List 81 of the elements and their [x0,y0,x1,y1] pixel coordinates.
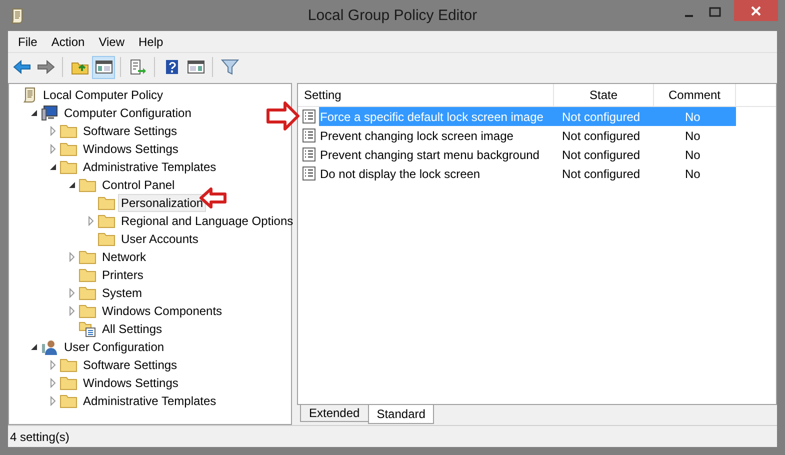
setting-name[interactable]: Prevent changing start menu background [319,145,554,164]
maximize-icon [709,7,721,17]
state-cell-text: Not configured [561,146,642,164]
expand-triangle-icon[interactable] [49,378,57,388]
tree-item[interactable]: System [99,284,146,302]
tree-item[interactable]: Windows Settings [80,140,182,158]
tree-item[interactable]: All Settings [99,320,166,338]
minimize-icon [685,14,693,16]
folder-icon [79,268,96,282]
expand-triangle-icon[interactable] [49,360,57,370]
comment-cell-text: No [684,166,702,182]
tree-item[interactable]: Administrative Templates [80,392,220,410]
menu-item[interactable]: View [92,34,132,48]
folder-icon [60,160,77,174]
tree-item[interactable]: Computer Configuration [61,104,194,122]
folder-icon [60,142,77,156]
policy-icon [302,147,316,162]
user-icon [41,339,58,355]
tree-item[interactable]: Software Settings [80,122,180,140]
console-tree-icon[interactable] [92,56,115,78]
folder-icon [60,124,77,138]
folder-icon [98,214,115,228]
policy-icon [302,128,316,143]
tab[interactable]: Extended [300,405,369,422]
folder-icon [79,178,96,192]
comment-cell-text: No [684,146,702,164]
scroll-icon [22,87,37,103]
menu-item[interactable]: File [12,34,46,48]
folder-icon [60,376,77,390]
collapse-triangle-icon[interactable] [49,163,57,171]
tree-item[interactable]: Windows Components [99,302,226,320]
menu-item[interactable]: Help [132,34,172,48]
folder-icon [79,250,96,264]
column-header[interactable]: Setting [298,84,554,106]
state-cell-text: Not configured [561,128,642,144]
state-cell: Not configured [554,107,654,126]
comment-cell: No [654,107,736,126]
tree-item[interactable]: Network [99,248,150,266]
expand-triangle-icon[interactable] [68,306,76,316]
tree-item[interactable]: Software Settings [80,356,180,374]
close-icon [750,4,762,16]
window-title: Local Group Policy Editor [306,7,478,24]
policy-icon [302,109,316,124]
expand-triangle-icon[interactable] [87,216,95,226]
collapse-triangle-icon[interactable] [68,181,76,189]
menu-item[interactable]: Action [45,34,93,48]
status-text: 4 setting(s) [10,430,70,444]
expand-triangle-icon[interactable] [49,396,57,406]
expand-triangle-icon[interactable] [68,288,76,298]
tree-item[interactable]: User Accounts [118,230,202,248]
tree-item[interactable]: User Configuration [61,338,168,356]
comment-cell-text: No [684,128,702,144]
collapse-triangle-icon[interactable] [30,109,38,117]
state-cell-text: Not configured [561,166,642,182]
column-header[interactable]: State [554,84,654,106]
tree-item[interactable]: Administrative Templates [80,158,220,176]
tab[interactable]: Standard [368,405,434,424]
tree-item[interactable]: Regional and Language Options [118,212,296,230]
tree-item[interactable]: Windows Settings [80,374,182,392]
folder-icon [98,232,115,246]
close-button[interactable] [734,0,778,21]
policy-icon [302,166,316,181]
expand-triangle-icon[interactable] [68,252,76,262]
setting-name[interactable]: Prevent changing lock screen image [319,126,554,145]
tree-item[interactable]: Printers [99,266,146,284]
tree-item[interactable]: Control Panel [99,176,178,194]
setting-name[interactable]: Do not display the lock screen [319,164,554,183]
folder-icon [98,196,115,210]
column-header[interactable]: Comment [654,84,736,106]
computer-icon [41,105,58,121]
expand-triangle-icon[interactable] [49,144,57,154]
folder-icon [60,358,77,372]
folder-icon [79,304,96,318]
folder-icon [60,394,77,408]
scroll-icon [10,8,24,24]
folder-icon [79,286,96,300]
tree-item[interactable]: Personalization [118,194,206,212]
collapse-triangle-icon[interactable] [30,343,38,351]
settings-list-icon [79,321,96,337]
tree-item[interactable]: Local Computer Policy [40,86,166,104]
expand-triangle-icon[interactable] [49,126,57,136]
